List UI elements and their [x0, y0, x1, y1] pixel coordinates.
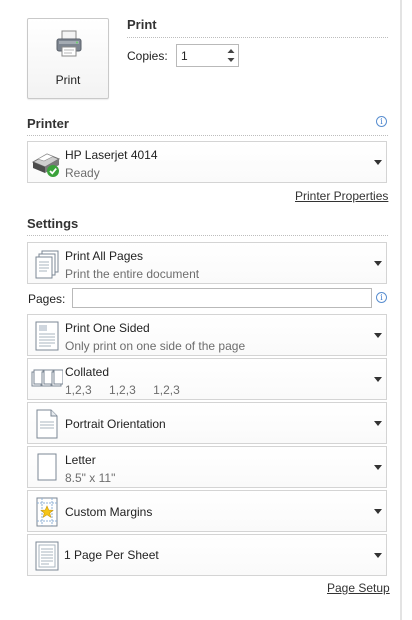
chevron-down-icon — [374, 465, 382, 470]
printer-name: HP Laserjet 4014 — [65, 148, 158, 162]
print-range-title: Print All Pages — [65, 249, 144, 263]
chevron-down-icon — [374, 509, 382, 514]
sides-dropdown[interactable]: Print One Sided Only print on one side o… — [27, 314, 387, 356]
printer-properties-link[interactable]: Printer Properties — [295, 189, 388, 203]
chevron-down-icon — [374, 553, 382, 558]
collation-sequence: 1,2,3 — [109, 383, 136, 397]
one-sided-icon — [35, 321, 59, 351]
print-button-label: Print — [55, 73, 81, 87]
orientation-dropdown[interactable]: Portrait Orientation — [27, 402, 387, 444]
printer-ready-icon — [31, 153, 61, 177]
panel-edge — [400, 0, 402, 620]
margins-title: Custom Margins — [65, 505, 153, 519]
printer-status: Ready — [65, 166, 100, 180]
paper-size-title: Letter — [65, 453, 96, 467]
chevron-down-icon — [374, 160, 382, 165]
pages-stack-icon — [35, 250, 59, 279]
printer-info-icon[interactable]: i — [376, 116, 387, 127]
pages-per-sheet-title: 1 Page Per Sheet — [64, 548, 159, 562]
sides-subtitle: Only print on one side of the page — [65, 339, 246, 353]
copies-input[interactable] — [181, 48, 221, 64]
portrait-icon — [36, 409, 58, 439]
pages-input[interactable] — [72, 288, 372, 308]
chevron-down-icon — [374, 377, 382, 382]
pages-label: Pages: — [28, 292, 66, 306]
spin-down-icon[interactable] — [225, 55, 237, 65]
paper-size-subtitle: 8.5" x 11" — [65, 471, 116, 485]
orientation-title: Portrait Orientation — [65, 417, 166, 431]
printer-heading-divider — [27, 135, 388, 136]
printer-icon — [56, 30, 82, 57]
collation-sequence: 1,2,3 — [153, 383, 180, 397]
collation-sequence: 1,2,3 — [65, 383, 92, 397]
chevron-down-icon — [374, 333, 382, 338]
copies-stepper[interactable] — [176, 44, 239, 67]
sides-title: Print One Sided — [65, 321, 150, 335]
margins-dropdown[interactable]: Custom Margins — [27, 490, 387, 532]
printer-heading: Printer — [27, 116, 69, 131]
collated-icon — [31, 369, 63, 387]
print-range-dropdown[interactable]: Print All Pages Print the entire documen… — [27, 242, 387, 284]
collation-dropdown[interactable]: Collated 1,2,3 1,2,3 1,2,3 — [27, 358, 387, 400]
chevron-down-icon — [374, 421, 382, 426]
paper-size-dropdown[interactable]: Letter 8.5" x 11" — [27, 446, 387, 488]
print-heading: Print — [127, 17, 157, 32]
chevron-down-icon — [374, 261, 382, 266]
settings-heading: Settings — [27, 216, 79, 231]
collation-subtitle: 1,2,3 1,2,3 1,2,3 — [65, 383, 194, 397]
settings-heading-divider — [27, 235, 388, 236]
print-heading-divider — [127, 37, 388, 38]
print-button[interactable]: Print — [27, 18, 109, 99]
pages-per-sheet-icon — [35, 541, 59, 571]
collation-title: Collated — [65, 365, 110, 379]
paper-size-icon — [37, 453, 57, 481]
printer-dropdown[interactable]: HP Laserjet 4014 Ready — [27, 141, 387, 183]
copies-label: Copies: — [127, 49, 168, 63]
print-range-subtitle: Print the entire document — [65, 267, 200, 281]
custom-margins-icon — [36, 497, 58, 527]
pages-per-sheet-dropdown[interactable]: 1 Page Per Sheet — [27, 534, 387, 576]
pages-info-icon[interactable]: i — [376, 292, 387, 303]
page-setup-link[interactable]: Page Setup — [327, 581, 390, 595]
